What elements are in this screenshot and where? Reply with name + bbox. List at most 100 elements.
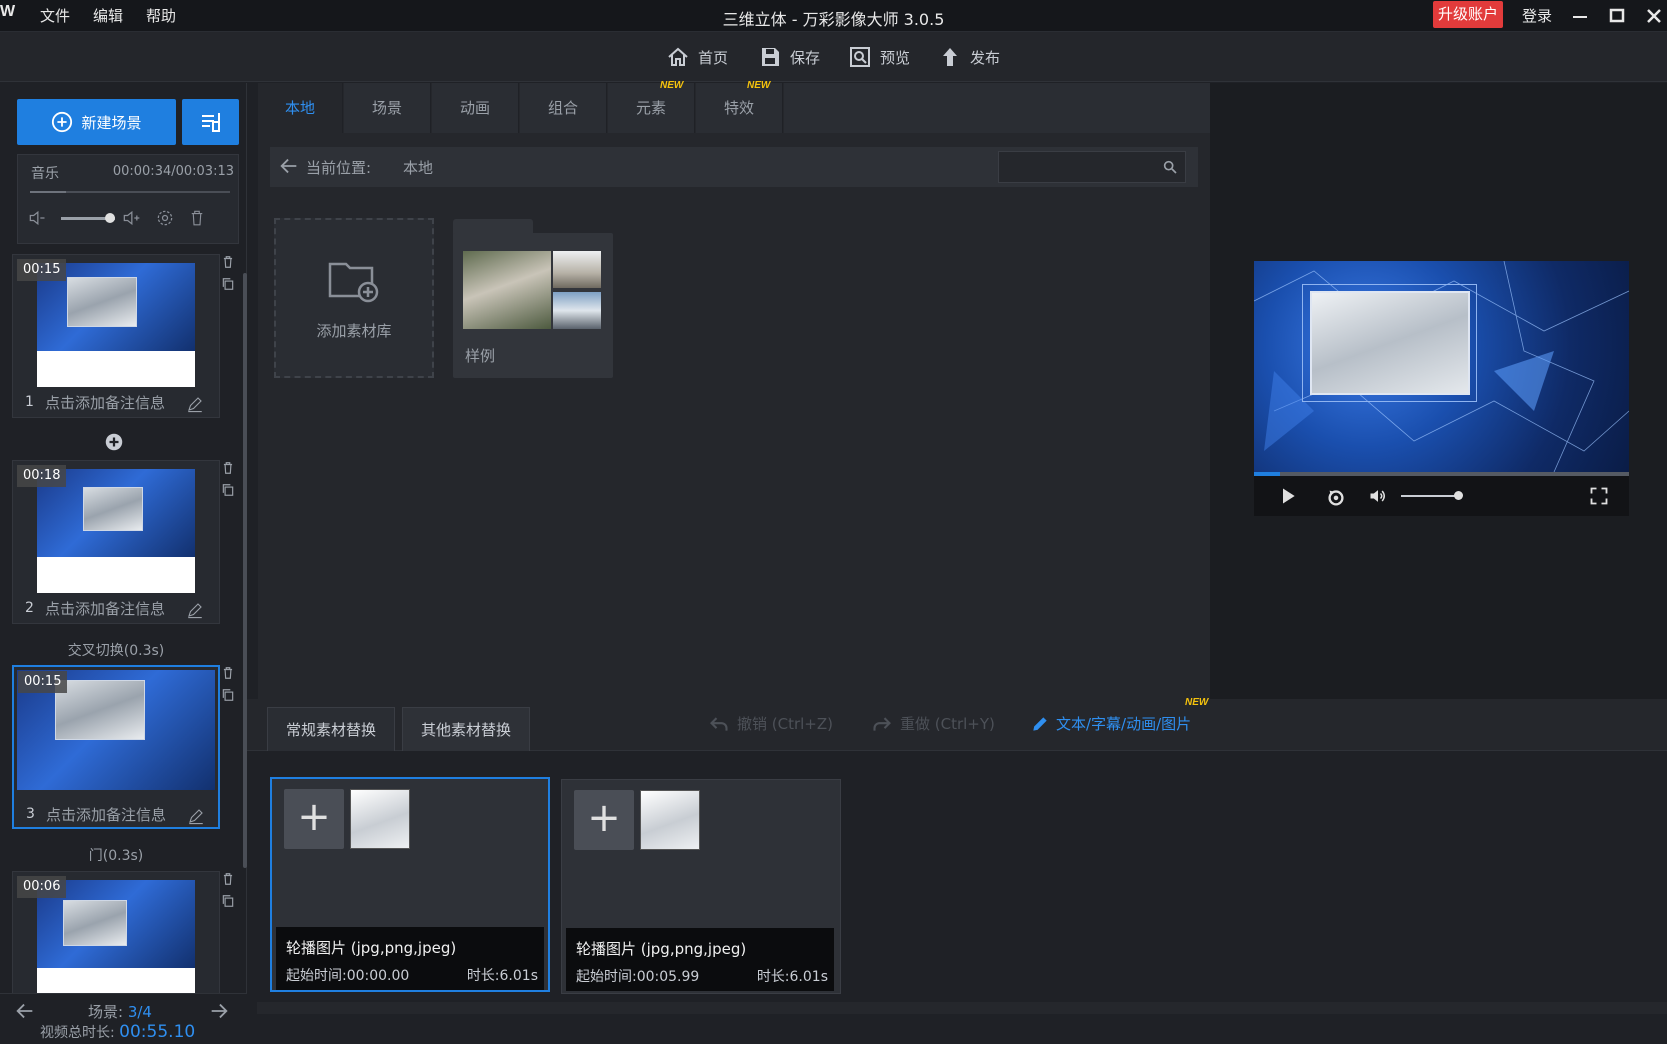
scene-counter: 场景: 3/4 [88,1001,152,1022]
new-scene-label: 新建场景 [81,113,142,132]
total-duration: 视频总时长: 00:55.10 [40,1022,195,1042]
scene-card-active[interactable]: 00:15 3 点击添加备注信息 [12,665,220,829]
add-library-button[interactable]: 添加素材库 [274,218,434,378]
redo-icon [873,716,891,731]
trash-icon[interactable] [221,255,235,269]
search-icon[interactable] [1162,159,1178,175]
scene-counter-prefix: 场景: [88,1003,128,1021]
next-scene-icon[interactable] [208,1000,230,1022]
scene-card[interactable]: 00:18 2 点击添加备注信息 [12,460,220,624]
scene-list-button[interactable] [182,99,239,145]
media-horizontal-scrollbar[interactable] [257,1002,1667,1014]
media-duration: 时长:6.01s [466,968,538,984]
redo-button[interactable]: 重做 (Ctrl+Y) [872,713,995,734]
play-icon[interactable] [1278,486,1298,506]
media-slot-card[interactable]: + 轮播图片 (jpg,png,jpeg) 起始时间:00:05.99 时长:6… [561,779,841,994]
edit-pen-icon[interactable] [186,395,204,413]
search-input[interactable] [998,151,1186,183]
location-value: 本地 [403,159,434,177]
new-scene-button[interactable]: 新建场景 [17,99,176,145]
scene-thumbnail [37,469,195,593]
gear-icon[interactable] [152,205,178,231]
tab-scene[interactable]: 场景 [344,83,431,133]
replay-icon[interactable] [1325,486,1347,508]
transition-label[interactable]: 门(0.3s) [12,845,220,865]
save-label: 保存 [790,48,821,67]
save-button[interactable]: 保存 [758,43,820,71]
scene-index: 2 [25,600,34,616]
preview-button[interactable]: 预览 [848,43,910,71]
scene-note[interactable]: 点击添加备注信息 [46,804,166,825]
tab-regular-replace[interactable]: 常规素材替换 [267,707,395,751]
location-label: 当前位置: [306,159,372,177]
undo-icon [710,716,728,731]
volume-down-icon[interactable] [24,205,50,231]
tab-local[interactable]: 本地 [258,83,343,133]
scene-card[interactable]: 00:15 1 点击添加备注信息 [12,254,220,418]
trash-icon[interactable] [221,666,235,680]
login-button[interactable]: 登录 [1522,5,1552,26]
copy-icon[interactable] [221,894,235,908]
copy-icon[interactable] [221,277,235,291]
prev-scene-icon[interactable] [14,1000,36,1022]
scene-duration-badge: 00:06 [17,876,67,898]
upgrade-account-button[interactable]: 升级账户 [1433,1,1503,28]
add-library-label: 添加素材库 [316,322,392,340]
preview-volume-slider[interactable] [1401,495,1461,497]
undo-button[interactable]: 撤销 (Ctrl+Z) [709,713,833,734]
media-slot-card[interactable]: + 轮播图片 (jpg,png,jpeg) 起始时间:00:00.00 时长:6… [270,777,550,992]
sample-photo-small [553,251,601,288]
edit-pen-icon[interactable] [187,807,205,825]
minimize-icon[interactable] [1568,4,1592,28]
edit-pen-icon[interactable] [186,601,204,619]
copy-icon[interactable] [221,483,235,497]
media-title: 轮播图片 (jpg,png,jpeg) [576,940,747,958]
close-icon[interactable] [1642,4,1666,28]
edit-text-subtitle-button[interactable]: 文本/字幕/动画/图片 [1030,713,1191,734]
music-progress-bar[interactable] [30,191,230,193]
undo-label: 撤销 (Ctrl+Z) [737,715,834,733]
back-arrow-icon[interactable] [278,155,300,177]
preview-photo [1310,291,1470,395]
scene-navigation: 场景: 3/4 视频总时长: 00:55.10 [0,993,247,1044]
window-title: 三维立体 - 万彩影像大师 3.0.5 [722,10,945,29]
preview-label: 预览 [880,48,911,67]
music-progress-fill [30,191,66,193]
add-media-button[interactable]: + [574,790,634,850]
sample-folder[interactable]: 样例 [453,233,613,378]
fullscreen-icon[interactable] [1589,486,1609,506]
redo-label: 重做 (Ctrl+Y) [900,715,995,733]
add-scene-icon[interactable] [105,433,123,451]
trash-icon[interactable] [184,205,210,231]
speaker-icon[interactable] [1368,486,1388,506]
media-info: 轮播图片 (jpg,png,jpeg) 起始时间:00:00.00 时长:6.0… [276,927,544,990]
media-title: 轮播图片 (jpg,png,jpeg) [286,939,457,957]
scene-card[interactable]: 00:06 [12,871,220,993]
scene-index: 1 [25,394,34,410]
scene-note[interactable]: 点击添加备注信息 [45,598,165,619]
sample-folder-label: 样例 [465,347,496,365]
publish-button[interactable]: 发布 [938,43,1000,71]
transition-label[interactable]: 交叉切换(0.3s) [12,640,220,660]
maximize-icon[interactable] [1605,4,1629,28]
copy-icon[interactable] [221,688,235,702]
new-badge: NEW [660,80,684,91]
music-time: 00:00:34/00:03:13 [112,164,234,179]
tab-animation[interactable]: 动画 [432,83,519,133]
home-icon [668,47,688,66]
media-start-time: 起始时间:00:05.99 [576,969,700,985]
music-volume-knob[interactable] [104,213,115,223]
preview-video[interactable] [1254,261,1629,472]
tab-other-replace[interactable]: 其他素材替换 [402,707,530,751]
preview-volume-knob[interactable] [1454,491,1463,500]
scene-duration-badge: 00:15 [18,671,68,693]
volume-up-icon[interactable] [118,205,144,231]
trash-icon[interactable] [221,872,235,886]
add-media-button[interactable]: + [284,789,344,849]
home-button[interactable]: 首页 [666,43,728,71]
preview-area [1210,83,1667,699]
trash-icon[interactable] [221,461,235,475]
scene-note[interactable]: 点击添加备注信息 [45,392,165,413]
scene-duration-badge: 00:18 [17,465,67,487]
tab-combination[interactable]: 组合 [520,83,607,133]
